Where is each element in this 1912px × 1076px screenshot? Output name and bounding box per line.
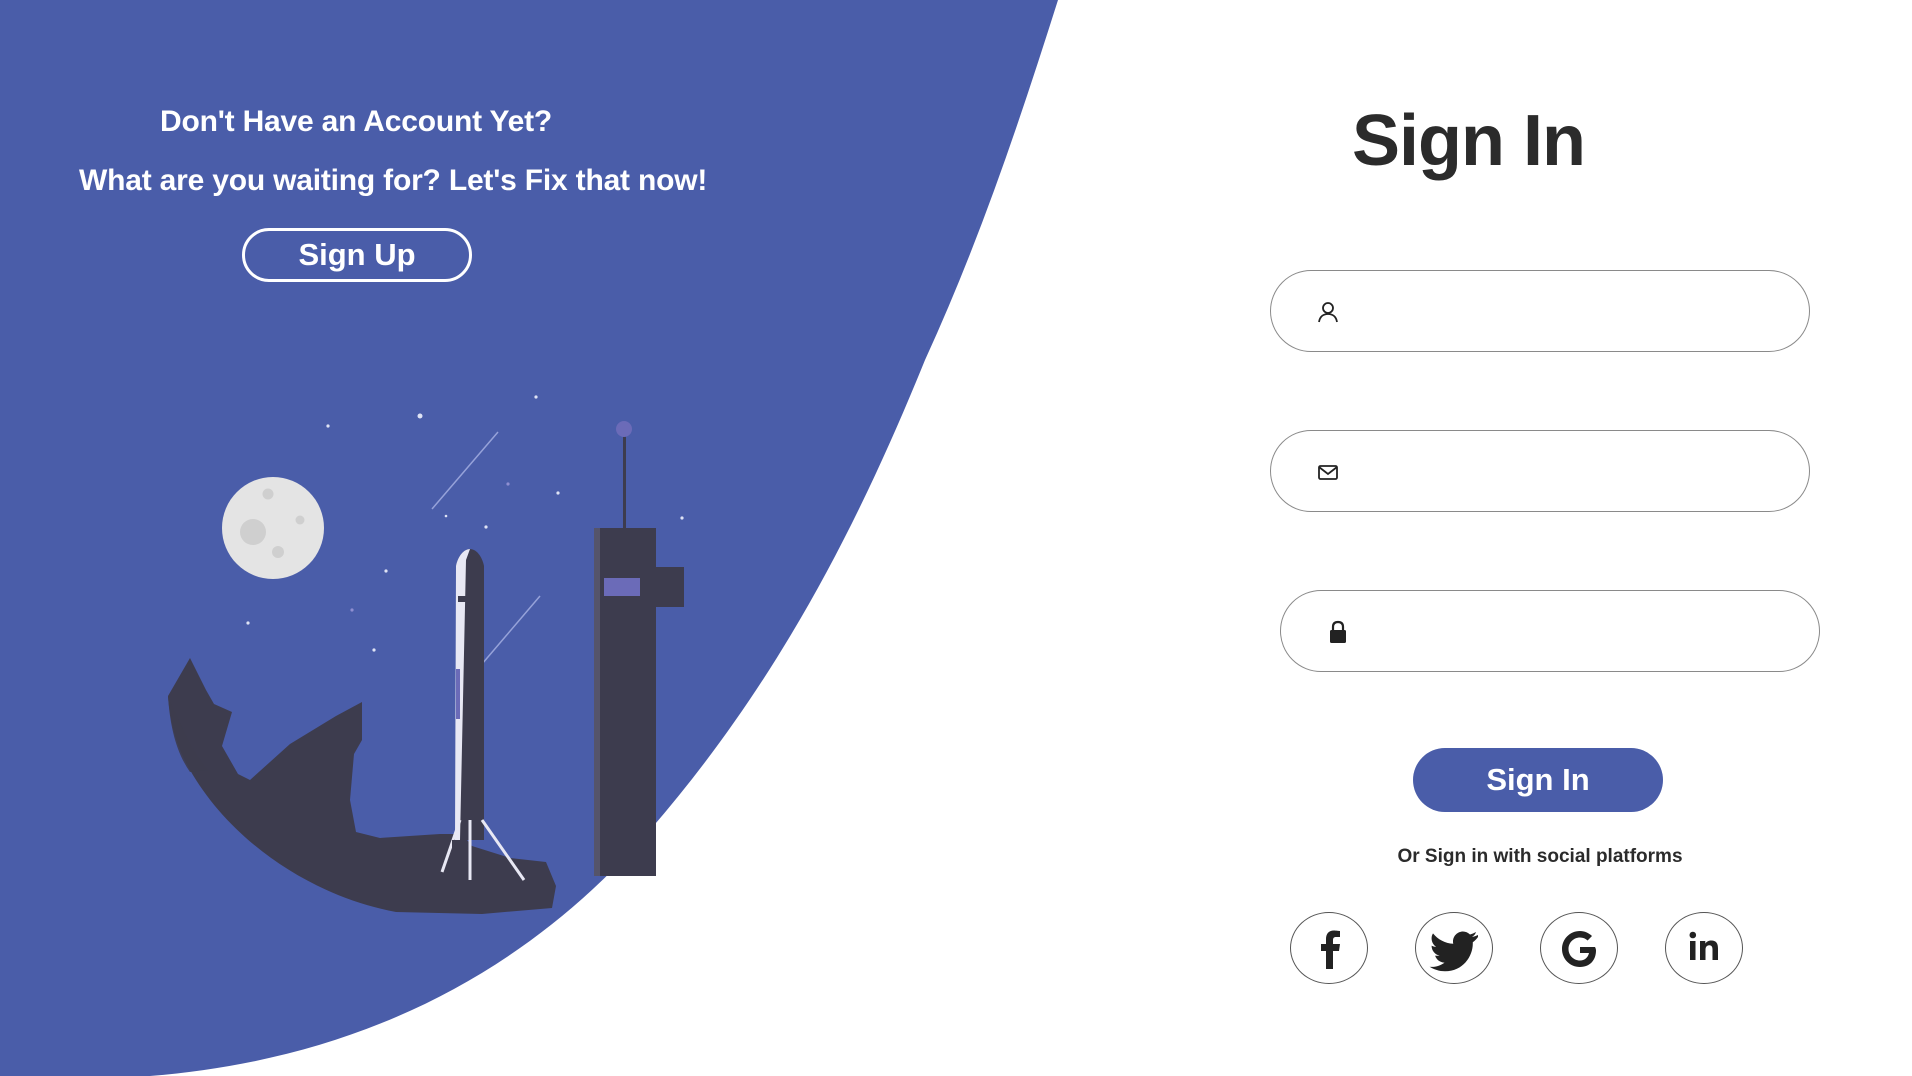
lock-icon [1330, 620, 1346, 643]
page-title: Sign In [1352, 101, 1586, 181]
google-button[interactable] [1540, 912, 1618, 984]
ground-icon [168, 658, 556, 914]
facebook-button[interactable] [1290, 912, 1368, 984]
twitter-icon [1429, 931, 1478, 972]
twitter-button[interactable] [1415, 912, 1493, 984]
promo-subheading: What are you waiting for? Let's Fix that… [79, 164, 708, 197]
social-login-text: Or Sign in with social platforms [1397, 846, 1683, 867]
mail-icon [1318, 465, 1338, 480]
signin-button[interactable]: Sign In [1413, 748, 1663, 812]
email-input[interactable] [1371, 449, 1775, 495]
password-field[interactable] [1280, 590, 1820, 672]
username-input[interactable] [1371, 289, 1775, 335]
google-icon [1562, 931, 1596, 967]
linkedin-button[interactable] [1665, 912, 1743, 984]
username-field[interactable] [1270, 270, 1810, 352]
signup-button[interactable]: Sign Up [242, 228, 472, 282]
rocket-icon [440, 549, 526, 881]
linkedin-icon [1689, 931, 1718, 960]
moon-icon [222, 477, 324, 579]
facebook-icon [1321, 930, 1340, 969]
signin-page: Don't Have an Account Yet? What are you … [0, 0, 1912, 1076]
password-input[interactable] [1381, 609, 1785, 655]
launch-tower-icon [594, 421, 684, 876]
email-field[interactable] [1270, 430, 1810, 512]
promo-heading: Don't Have an Account Yet? [160, 105, 553, 138]
user-icon [1318, 302, 1338, 323]
